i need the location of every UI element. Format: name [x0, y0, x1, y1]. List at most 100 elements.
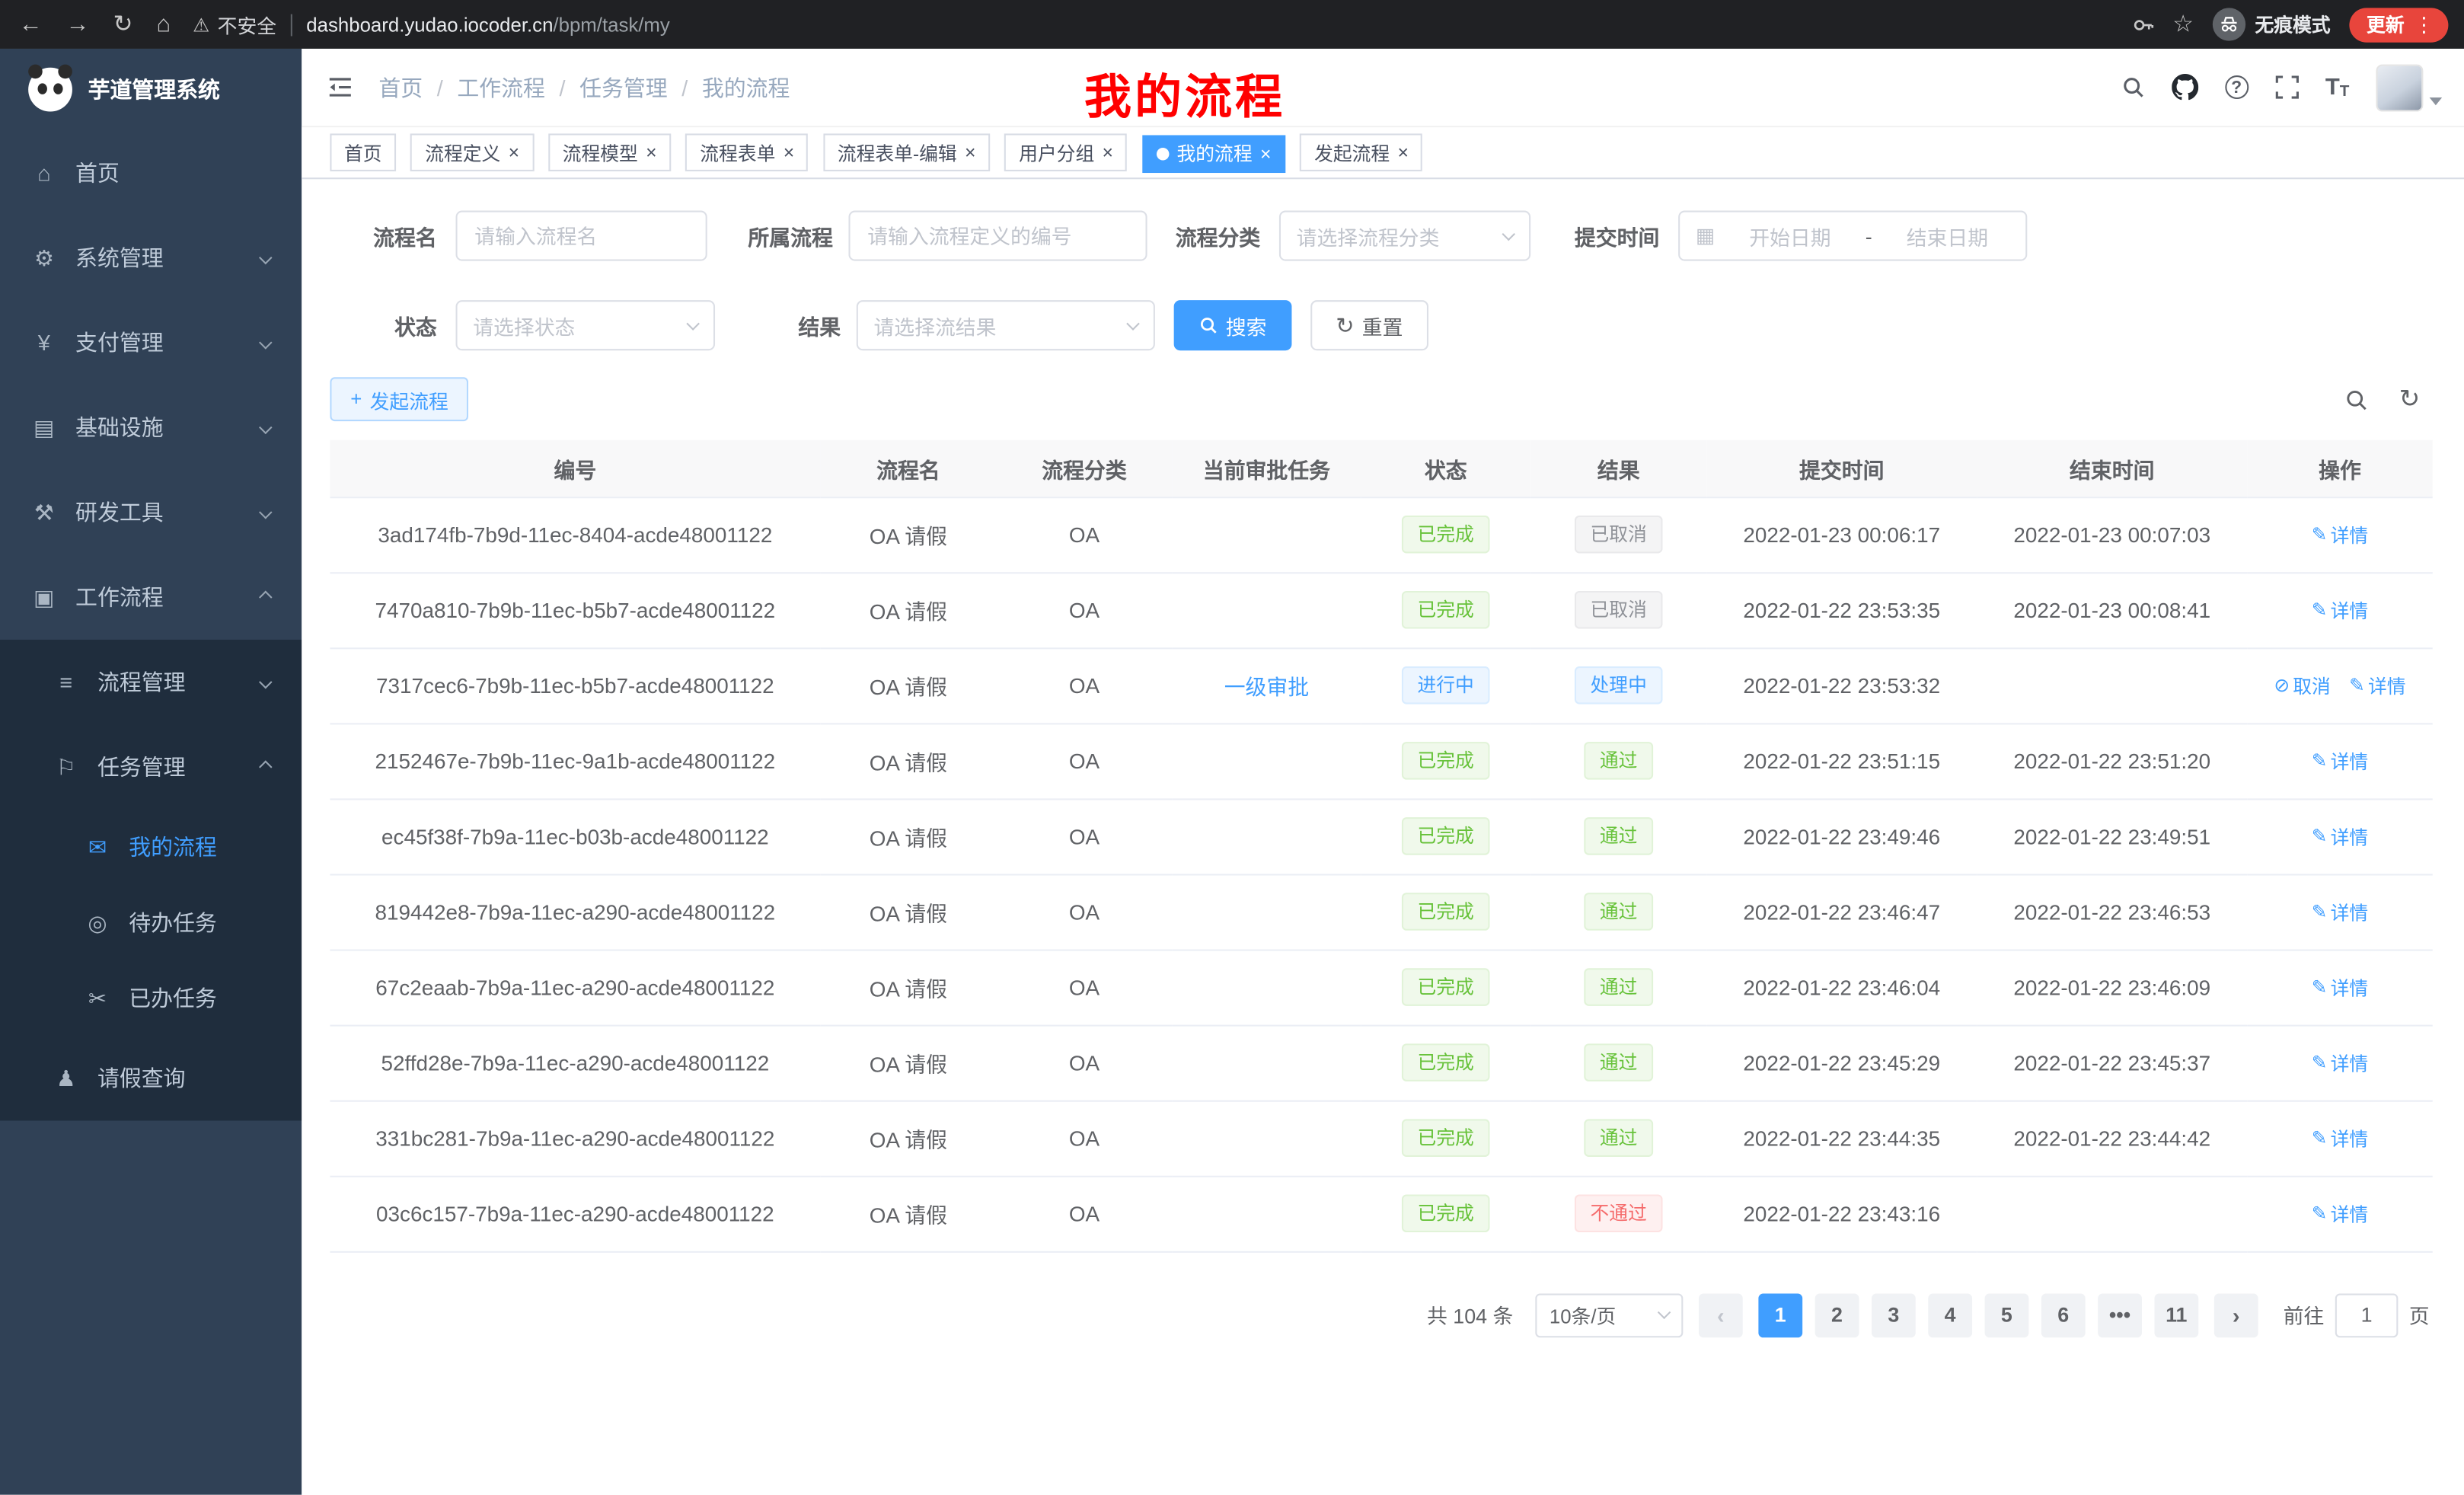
sidebar-item-done-tasks[interactable]: ✂ 已办任务 [0, 960, 302, 1036]
current-task-link[interactable]: 一级审批 [1224, 676, 1309, 699]
page-number-button[interactable]: 6 [2041, 1292, 2086, 1337]
detail-link[interactable]: ✎详情 [2349, 672, 2405, 698]
tab-close-icon[interactable]: × [965, 143, 975, 162]
cell-process-name: OA 请假 [820, 798, 996, 874]
bookmark-star-icon[interactable]: ☆ [2172, 13, 2194, 37]
view-tab[interactable]: 流程表单-编辑 × [823, 133, 990, 171]
next-page-button[interactable]: › [2214, 1292, 2258, 1337]
sidebar-item-my-process[interactable]: ✉ 我的流程 [0, 810, 302, 885]
cancel-link[interactable]: ⊘取消 [2274, 672, 2330, 698]
address-bar[interactable]: ⚠ 不安全 dashboard.yudao.iocoder.cn/bpm/tas… [193, 9, 2131, 39]
annotation-overlay: 我的流程 [1084, 58, 1285, 127]
page-size-select[interactable]: 10条/页 [1535, 1292, 1683, 1337]
tab-close-icon[interactable]: × [1397, 143, 1408, 162]
tab-close-icon[interactable]: × [646, 143, 656, 162]
sidebar-toggle-icon[interactable] [327, 75, 353, 99]
cell-operations: ⊘取消 ✎详情 [2247, 723, 2433, 798]
column-header: 编号 [330, 440, 820, 497]
browser-home-icon[interactable]: ⌂ [157, 13, 171, 37]
detail-link[interactable]: ✎详情 [2312, 974, 2368, 1001]
detail-link[interactable]: ✎详情 [2312, 1049, 2368, 1076]
submit-time-range[interactable]: ▦ 开始日期 - 结束日期 [1678, 211, 2027, 261]
sidebar-item-system[interactable]: ⚙ 系统管理 [0, 216, 302, 300]
cell-operations: ⊘取消 ✎详情 [2247, 1025, 2433, 1100]
help-icon[interactable]: ? [2225, 75, 2249, 99]
page-number-button[interactable]: 3 [1872, 1292, 1916, 1337]
category-select[interactable]: 请选择流程分类 [1279, 211, 1530, 261]
sidebar-item-infra[interactable]: ▤ 基础设施 [0, 385, 302, 470]
view-tab[interactable]: 流程模型 × [548, 133, 671, 171]
breadcrumb-item[interactable]: / 我的流程 [668, 72, 790, 103]
sidebar-item-devtools[interactable]: ⚒ 研发工具 [0, 470, 302, 554]
process-definition-input[interactable] [848, 211, 1147, 261]
view-tab[interactable]: 用户分组 × [1005, 133, 1128, 171]
page-number-button[interactable]: 4 [1928, 1292, 1972, 1337]
browser-forward-icon[interactable]: → [66, 13, 90, 37]
browser-back-icon[interactable]: ← [19, 13, 43, 37]
detail-link[interactable]: ✎详情 [2312, 898, 2368, 925]
total-count: 共 104 条 [1427, 1300, 1513, 1330]
sidebar-item-payment[interactable]: ¥ 支付管理 [0, 300, 302, 385]
address-divider [291, 14, 292, 36]
page-number-button[interactable]: 5 [1985, 1292, 2029, 1337]
view-tab[interactable]: 我的流程 × [1142, 134, 1285, 172]
sidebar-menu: ⌂ 首页 ⚙ 系统管理 ¥ 支付管理 ▤ 基础设施 [0, 130, 302, 1120]
detail-link[interactable]: ✎详情 [2312, 747, 2368, 774]
goto-page-input[interactable] [2335, 1292, 2399, 1337]
toggle-search-icon[interactable] [2344, 388, 2367, 411]
page-number-button[interactable]: 11 [2154, 1292, 2198, 1337]
prev-page-button[interactable]: ‹ [1699, 1292, 1743, 1337]
result-select[interactable]: 请选择流结果 [857, 300, 1155, 350]
cell-process-id: 2152467e-7b9b-11ec-9a1b-acde48001122 [330, 723, 820, 798]
view-tab[interactable]: 发起流程 × [1301, 133, 1423, 171]
detail-link[interactable]: ✎详情 [2312, 1125, 2368, 1152]
fullscreen-icon[interactable] [2275, 75, 2299, 99]
view-tab[interactable]: 流程表单 × [686, 133, 809, 171]
status-badge: 已完成 [1402, 516, 1490, 554]
password-key-icon[interactable] [2132, 14, 2154, 36]
github-icon[interactable] [2172, 74, 2198, 101]
browser-menu-icon[interactable]: ⋮ [2414, 11, 2434, 37]
cell-process-id: 7317cec6-7b9b-11ec-b5b7-acde48001122 [330, 647, 820, 723]
user-menu[interactable] [2376, 64, 2442, 111]
detail-link[interactable]: ✎详情 [2312, 596, 2368, 623]
browser-reload-icon[interactable]: ↻ [113, 13, 133, 37]
status-badge: 已完成 [1402, 1043, 1490, 1081]
font-size-icon[interactable]: TT [2325, 74, 2350, 101]
chevron-up-icon [259, 590, 273, 604]
page-number-button[interactable]: 1 [1758, 1292, 1802, 1337]
breadcrumb-item[interactable]: / 首页 [378, 72, 423, 103]
sidebar-item-home[interactable]: ⌂ 首页 [0, 130, 302, 215]
breadcrumb-item[interactable]: / 工作流程 [423, 72, 545, 103]
tab-close-icon[interactable]: × [784, 143, 794, 162]
process-name-input[interactable] [456, 211, 707, 261]
tab-close-icon[interactable]: × [509, 143, 519, 162]
search-button[interactable]: 搜索 [1174, 300, 1292, 350]
app-logo[interactable]: 芋道管理系统 [0, 49, 302, 130]
sidebar-item-task-mgmt[interactable]: ⚐ 任务管理 [0, 724, 302, 809]
reset-button[interactable]: ↻ 重置 [1310, 300, 1428, 350]
view-tab[interactable]: 流程定义 × [411, 133, 534, 171]
sidebar-item-process-mgmt[interactable]: ≡ 流程管理 [0, 640, 302, 724]
table-row: 67c2eaab-7b9a-11ec-a290-acde48001122 OA … [330, 950, 2432, 1025]
page-number-button[interactable]: ••• [2098, 1292, 2142, 1337]
tab-close-icon[interactable]: × [1103, 143, 1113, 162]
chevron-down-icon [259, 506, 273, 519]
view-tab[interactable]: 首页 × [330, 133, 396, 171]
search-icon[interactable] [2121, 75, 2145, 99]
refresh-table-icon[interactable]: ↻ [2399, 384, 2421, 415]
status-select[interactable]: 请选择状态 [456, 300, 716, 350]
sidebar-item-workflow[interactable]: ▣ 工作流程 [0, 555, 302, 640]
cell-process-id: 819442e8-7b9a-11ec-a290-acde48001122 [330, 874, 820, 949]
cell-current-task [1173, 723, 1361, 798]
tab-close-icon[interactable]: × [1260, 144, 1271, 163]
sidebar-item-todo-tasks[interactable]: ◎ 待办任务 [0, 885, 302, 960]
create-process-button[interactable]: + 发起流程 [330, 377, 468, 421]
detail-link[interactable]: ✎详情 [2312, 1200, 2368, 1227]
breadcrumb-item[interactable]: / 任务管理 [545, 72, 668, 103]
page-number-button[interactable]: 2 [1815, 1292, 1859, 1337]
browser-update-button[interactable]: 更新 ⋮ [2349, 7, 2448, 41]
detail-link[interactable]: ✎详情 [2312, 521, 2368, 548]
detail-link[interactable]: ✎详情 [2312, 823, 2368, 849]
sidebar-item-leave-query[interactable]: ♟ 请假查询 [0, 1036, 302, 1120]
